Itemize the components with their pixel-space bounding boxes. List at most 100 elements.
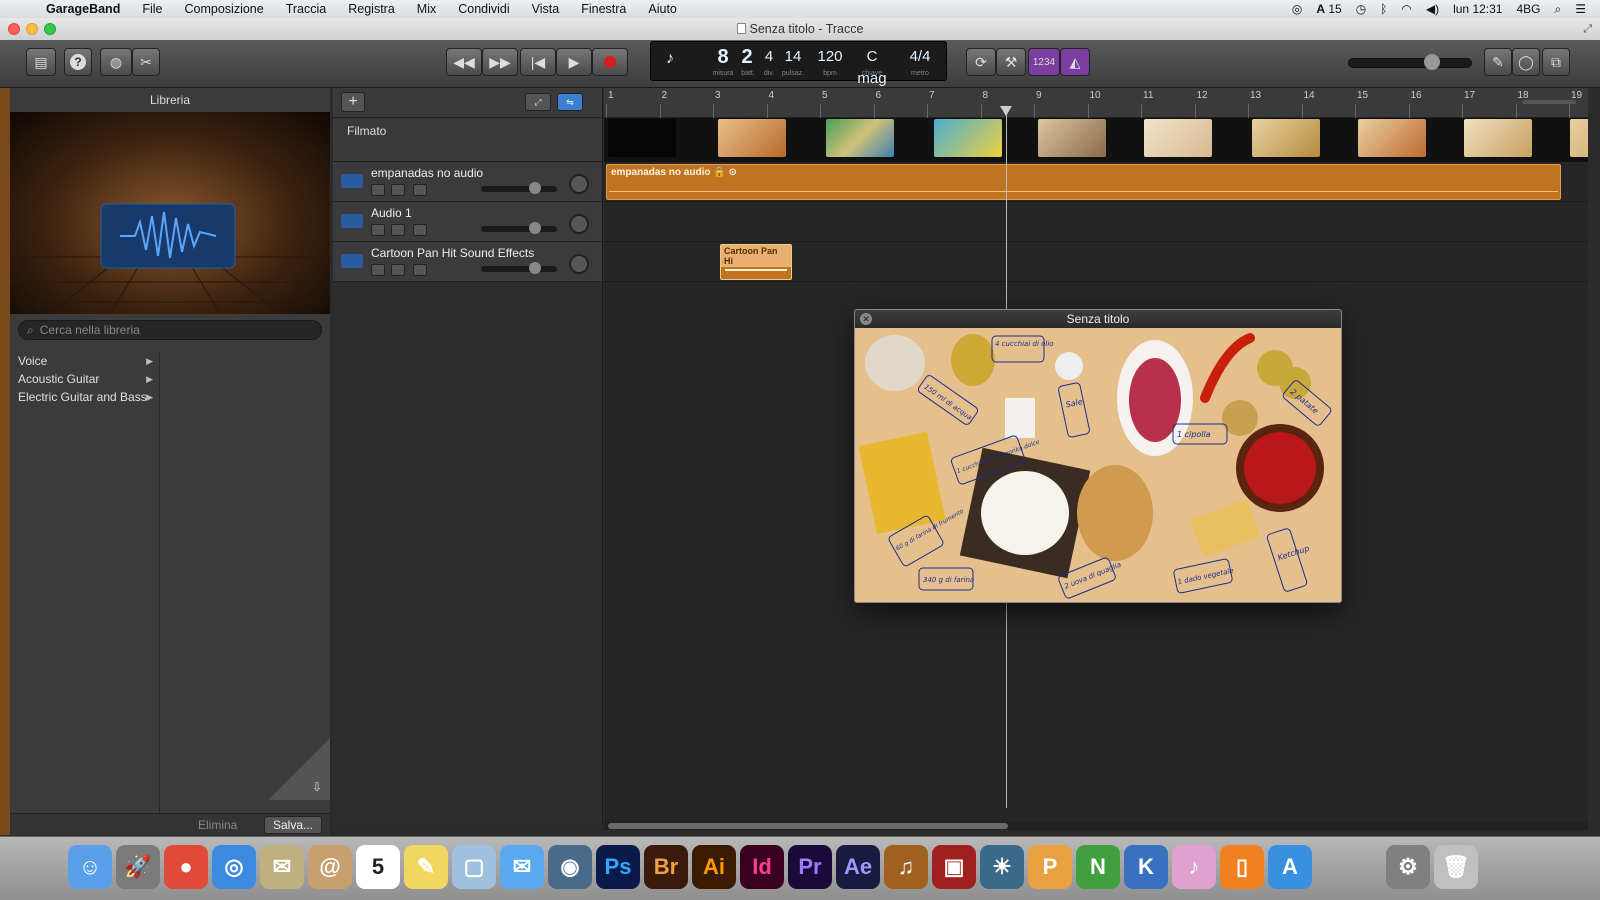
user-name[interactable]: 4BG xyxy=(1516,2,1540,16)
dock-photo-booth-icon[interactable]: ▣ xyxy=(932,845,976,889)
dock-system-preferences-icon[interactable]: ⚙ xyxy=(1386,845,1430,889)
dock-contacts-icon[interactable]: @ xyxy=(308,845,352,889)
track-lane-audio-1[interactable] xyxy=(604,202,1588,242)
ruler[interactable]: 1 2 3 4 5 6 7 8 9 10 11 12 13 14 15 16 17 18 19 xyxy=(604,88,1588,118)
track-header-audio-1[interactable]: Audio 1 xyxy=(333,202,602,242)
zoom-slider[interactable] xyxy=(1522,100,1576,104)
track-pan-knob[interactable] xyxy=(569,254,589,274)
dock-mail-icon[interactable]: ✉ xyxy=(260,845,304,889)
track-name[interactable]: Cartoon Pan Hit Sound Effects xyxy=(371,246,534,260)
time-machine-icon[interactable]: ◷ xyxy=(1356,2,1366,16)
library-item-electric-guitar[interactable]: Electric Guitar and Bass ▶ xyxy=(10,388,159,406)
dock-launchpad-icon[interactable]: 🚀 xyxy=(116,845,160,889)
dock-app-store-icon[interactable]: A xyxy=(1268,845,1312,889)
media-browser-button[interactable]: ⧉ xyxy=(1542,48,1570,76)
go-to-beginning-button[interactable]: |◀ xyxy=(520,48,556,76)
headphones-icon[interactable] xyxy=(391,224,405,236)
menu-registra[interactable]: Registra xyxy=(348,2,395,16)
dock-chrome-icon[interactable]: ● xyxy=(164,845,208,889)
menu-composizione[interactable]: Composizione xyxy=(185,2,264,16)
mute-button[interactable] xyxy=(371,264,385,276)
menu-traccia[interactable]: Traccia xyxy=(286,2,327,16)
help-button[interactable]: ? xyxy=(64,48,92,76)
metronome-button[interactable]: ◭ xyxy=(1060,48,1090,76)
loop-browser-button[interactable]: ◯ xyxy=(1512,48,1540,76)
dock-ae-icon[interactable]: Ae xyxy=(836,845,880,889)
library-item-acoustic-guitar[interactable]: Acoustic Guitar ▶ xyxy=(10,370,159,388)
track-name[interactable]: empanadas no audio xyxy=(371,166,483,180)
record-enable-button[interactable] xyxy=(413,264,427,276)
add-track-button[interactable]: + xyxy=(341,92,365,112)
menu-aiuto[interactable]: Aiuto xyxy=(648,2,677,16)
fast-forward-button[interactable]: ▶▶ xyxy=(482,48,518,76)
menu-app-name[interactable]: GarageBand xyxy=(46,2,120,16)
lcd-tempo[interactable]: 120 xyxy=(815,46,845,68)
track-volume-slider[interactable] xyxy=(481,186,557,192)
scrollbar-thumb[interactable] xyxy=(608,823,1008,829)
bluetooth-icon[interactable]: ᛒ xyxy=(1380,2,1387,16)
lcd-display[interactable]: ♪ 8 2 4 14 120 C mag 4/4 misura batt. di… xyxy=(650,41,947,87)
dock-iphoto-icon[interactable]: ☀ xyxy=(980,845,1024,889)
close-icon[interactable]: ✕ xyxy=(860,313,872,325)
library-toggle-button[interactable]: ▤ xyxy=(26,48,56,76)
patch-save-corner[interactable]: ⇩ xyxy=(268,738,330,800)
lcd-mode-icon[interactable]: ♪ xyxy=(655,50,685,68)
cycle-button[interactable]: ⟳ xyxy=(966,48,996,76)
snap-button[interactable]: ⇋ xyxy=(557,93,583,111)
track-header-cartoon-pan[interactable]: Cartoon Pan Hit Sound Effects xyxy=(333,242,602,282)
dock-calendar-icon[interactable]: 5 xyxy=(356,845,400,889)
dock-ibooks-icon[interactable]: ▯ xyxy=(1220,845,1264,889)
track-volume-knob[interactable] xyxy=(529,222,541,234)
menu-file[interactable]: File xyxy=(142,2,162,16)
record-enable-button[interactable] xyxy=(413,184,427,196)
delete-button[interactable]: Elimina xyxy=(198,818,237,832)
spotlight-icon[interactable]: ⌕ xyxy=(1555,2,1562,17)
count-in-button[interactable]: 1234 xyxy=(1028,48,1060,76)
volume-icon[interactable]: ◀) xyxy=(1426,2,1439,16)
editors-button[interactable]: ✂ xyxy=(132,48,160,76)
dock-ai-icon[interactable]: Ai xyxy=(692,845,736,889)
adobe-updates-badge[interactable]: A 15 xyxy=(1316,2,1341,16)
dock-keynote-icon[interactable]: K xyxy=(1124,845,1168,889)
menu-condividi[interactable]: Condividi xyxy=(458,2,509,16)
lcd-key[interactable]: C mag xyxy=(851,46,893,90)
creative-cloud-icon[interactable]: ◎ xyxy=(1292,2,1302,16)
track-lane-empanadas[interactable]: empanadas no audio 🔒 ⊙ xyxy=(604,162,1588,202)
wifi-icon[interactable]: ◠ xyxy=(1401,2,1411,16)
dock-br-icon[interactable]: Br xyxy=(644,845,688,889)
menu-mix[interactable]: Mix xyxy=(417,2,436,16)
audio-region[interactable]: empanadas no audio 🔒 ⊙ xyxy=(606,164,1561,200)
horizontal-scrollbar[interactable] xyxy=(604,822,1588,830)
lcd-signature[interactable]: 4/4 xyxy=(905,46,935,68)
movie-thumbnail-strip[interactable] xyxy=(604,118,1588,162)
dock-messages-icon[interactable]: ✉ xyxy=(500,845,544,889)
close-window-button[interactable] xyxy=(8,23,20,35)
mute-button[interactable] xyxy=(371,224,385,236)
minimize-window-button[interactable] xyxy=(26,23,38,35)
dock-pages-icon[interactable]: P xyxy=(1028,845,1072,889)
play-button[interactable]: ▶ xyxy=(556,48,592,76)
dock-itunes-icon[interactable]: ♪ xyxy=(1172,845,1216,889)
audio-region[interactable]: Cartoon Pan Hi xyxy=(720,244,792,280)
dock-pr-icon[interactable]: Pr xyxy=(788,845,832,889)
dock-notes-icon[interactable]: ✎ xyxy=(404,845,448,889)
track-volume-slider[interactable] xyxy=(481,266,557,272)
save-button[interactable]: Salva... xyxy=(264,816,323,834)
notepad-button[interactable]: ✎ xyxy=(1484,48,1512,76)
headphones-icon[interactable] xyxy=(391,184,405,196)
track-volume-knob[interactable] xyxy=(529,262,541,274)
dock-trash-icon[interactable]: 🗑 xyxy=(1434,845,1478,889)
notification-center-icon[interactable]: ☰ xyxy=(1575,2,1586,16)
library-search-field[interactable]: ⌕ Cerca nella libreria xyxy=(18,320,322,340)
movie-track-header[interactable]: Filmato xyxy=(333,118,602,162)
track-pan-knob[interactable] xyxy=(569,214,589,234)
dock-garageband-icon[interactable]: ♫ xyxy=(884,845,928,889)
zoom-window-button[interactable] xyxy=(44,23,56,35)
rewind-button[interactable]: ◀◀ xyxy=(446,48,482,76)
track-volume-knob[interactable] xyxy=(529,182,541,194)
track-pan-knob[interactable] xyxy=(569,174,589,194)
movie-window[interactable]: ✕ Senza titolo 4 cucchiai di olio 150 ml… xyxy=(854,309,1342,603)
dock-numbers-icon[interactable]: N xyxy=(1076,845,1120,889)
dock-finder-icon[interactable]: ☺ xyxy=(68,845,112,889)
track-volume-slider[interactable] xyxy=(481,226,557,232)
